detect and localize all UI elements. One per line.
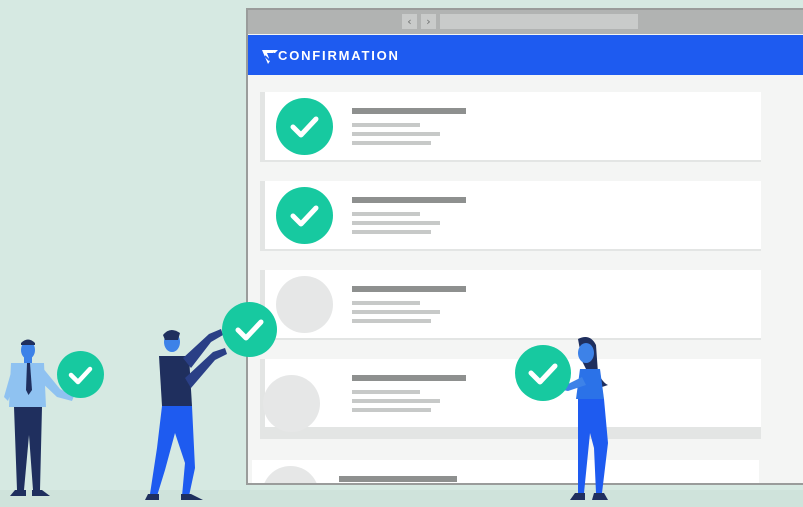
app-header: CONFIRMATION <box>248 35 803 75</box>
item-text-placeholder <box>352 212 420 216</box>
empty-circle-icon <box>263 375 320 432</box>
chevron-left-icon[interactable]: ‹ <box>402 14 417 29</box>
list-item[interactable] <box>265 181 761 249</box>
item-title-placeholder <box>352 375 466 381</box>
list-item[interactable] <box>265 270 761 338</box>
check-circle-icon <box>515 345 571 401</box>
list-item[interactable] <box>265 92 761 160</box>
check-circle-icon <box>276 187 333 244</box>
brand-name: CONFIRMATION <box>278 48 400 63</box>
confirmation-logo-icon <box>262 50 278 64</box>
item-text-placeholder <box>352 141 431 145</box>
check-circle-icon <box>57 351 104 398</box>
item-text-placeholder <box>352 310 440 314</box>
item-text-placeholder <box>352 319 431 323</box>
ground <box>0 490 803 507</box>
item-text-placeholder <box>352 399 440 403</box>
item-title-placeholder <box>339 476 457 482</box>
item-text-placeholder <box>352 301 420 305</box>
list-item[interactable] <box>252 460 759 483</box>
browser-window: ‹ › CONFIRMATION <box>246 8 803 485</box>
empty-circle-icon <box>276 276 333 333</box>
check-circle-icon <box>222 302 277 357</box>
item-text-placeholder <box>352 230 431 234</box>
item-text-placeholder <box>352 132 440 136</box>
browser-titlebar: ‹ › <box>248 10 803 34</box>
item-text-placeholder <box>352 390 420 394</box>
item-title-placeholder <box>352 286 466 292</box>
address-bar[interactable] <box>440 14 638 29</box>
empty-circle-icon <box>262 466 319 483</box>
check-circle-icon <box>276 98 333 155</box>
item-text-placeholder <box>352 408 431 412</box>
item-title-placeholder <box>352 108 466 114</box>
item-title-placeholder <box>352 197 466 203</box>
item-text-placeholder <box>352 221 440 225</box>
item-text-placeholder <box>352 123 420 127</box>
chevron-right-icon[interactable]: › <box>421 14 436 29</box>
list-item[interactable] <box>263 359 761 432</box>
